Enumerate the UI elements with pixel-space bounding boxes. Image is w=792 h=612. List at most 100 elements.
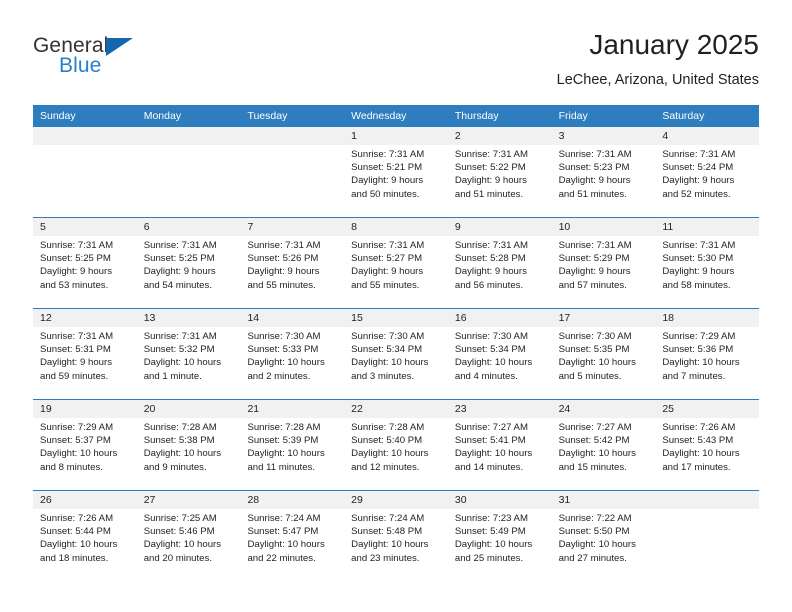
day-cell[interactable]: Sunrise: 7:31 AM Sunset: 5:24 PM Daylight:… [655, 145, 760, 217]
day-number[interactable]: 13 [137, 309, 241, 327]
day-cell[interactable]: Sunrise: 7:26 AM Sunset: 5:43 PM Daylight:… [655, 418, 760, 490]
day-number[interactable]: 8 [344, 218, 448, 236]
day-cell[interactable]: Sunrise: 7:31 AM Sunset: 5:25 PM Daylight:… [136, 236, 241, 308]
day-sunrise-text: Sunrise: 7:31 AM [351, 240, 425, 251]
day-number[interactable]: 25 [655, 400, 759, 418]
day-number[interactable]: 4 [655, 127, 759, 145]
day-detail-row: Sunrise: 7:31 AM Sunset: 5:21 PM Daylight:… [33, 145, 760, 217]
day-cell[interactable]: Sunrise: 7:31 AM Sunset: 5:31 PM Daylight:… [33, 327, 137, 399]
calendar-week-row: 1 2 3 4 Sunrise: 7:31 AM Sunset: 5:21 PM Dayli… [33, 127, 760, 217]
day-number[interactable]: 1 [344, 127, 448, 145]
day-cell[interactable]: Sunrise: 7:23 AM Sunset: 5:49 PM Daylight:… [447, 509, 552, 581]
day-sunset-text: Sunset: 5:29 PM [558, 253, 630, 265]
day-number[interactable]: 3 [552, 127, 656, 145]
day-number[interactable]: 7 [240, 218, 344, 236]
day-number[interactable]: 5 [33, 218, 137, 236]
day-sunrise-text: Sunrise: 7:30 AM [247, 331, 321, 342]
day-number[interactable]: 20 [137, 400, 241, 418]
day-cell[interactable]: Sunrise: 7:31 AM Sunset: 5:29 PM Daylight:… [551, 236, 656, 308]
weekday-header-tuesday: Tuesday [247, 110, 288, 122]
day-cell[interactable]: Sunrise: 7:31 AM Sunset: 5:21 PM Daylight:… [344, 145, 448, 217]
day-number[interactable]: 11 [655, 218, 759, 236]
day-sunrise-text: Sunrise: 7:31 AM [40, 240, 114, 251]
day-sunrise-text: Sunrise: 7:31 AM [662, 240, 736, 251]
day-cell[interactable]: Sunrise: 7:31 AM Sunset: 5:30 PM Daylight:… [655, 236, 760, 308]
day-sunrise-text: Sunrise: 7:29 AM [662, 331, 736, 342]
day-cell[interactable]: Sunrise: 7:29 AM Sunset: 5:36 PM Daylight:… [655, 327, 760, 399]
day-number[interactable]: 27 [137, 491, 241, 509]
day-number[interactable]: 30 [448, 491, 552, 509]
day-number[interactable]: 22 [344, 400, 448, 418]
day-cell[interactable]: Sunrise: 7:31 AM Sunset: 5:32 PM Daylight:… [136, 327, 241, 399]
day-cell[interactable]: Sunrise: 7:31 AM Sunset: 5:27 PM Daylight:… [344, 236, 448, 308]
day-number[interactable]: 2 [448, 127, 552, 145]
day-sunset-text: Sunset: 5:24 PM [662, 162, 734, 174]
day-cell[interactable]: Sunrise: 7:30 AM Sunset: 5:33 PM Daylight:… [240, 327, 345, 399]
day-daylight-1-text: Daylight: 10 hours [247, 539, 325, 551]
day-daylight-1-text: Daylight: 10 hours [247, 448, 325, 460]
day-number[interactable]: 14 [240, 309, 344, 327]
day-cell[interactable]: Sunrise: 7:24 AM Sunset: 5:47 PM Daylight:… [240, 509, 345, 581]
generalblue-logo[interactable]: General Blue [33, 34, 213, 86]
day-number[interactable]: 17 [552, 309, 656, 327]
day-cell[interactable]: Sunrise: 7:27 AM Sunset: 5:42 PM Daylight:… [551, 418, 656, 490]
day-sunset-text: Sunset: 5:34 PM [351, 344, 423, 356]
day-daylight-1-text: Daylight: 9 hours [351, 266, 424, 278]
day-sunrise-text: Sunrise: 7:31 AM [454, 240, 528, 251]
day-cell[interactable]: Sunrise: 7:29 AM Sunset: 5:37 PM Daylight:… [33, 418, 137, 490]
day-cell[interactable]: Sunrise: 7:27 AM Sunset: 5:41 PM Daylight:… [447, 418, 552, 490]
day-number[interactable]: 6 [137, 218, 241, 236]
day-daylight-2-text: and 5 minutes. [558, 370, 622, 382]
day-cell[interactable]: Sunrise: 7:31 AM Sunset: 5:25 PM Daylight:… [33, 236, 137, 308]
day-daylight-1-text: Daylight: 10 hours [143, 357, 222, 369]
day-number-row: 19 20 21 22 23 24 25 [33, 399, 759, 418]
day-cell[interactable]: Sunrise: 7:26 AM Sunset: 5:44 PM Daylight:… [33, 509, 137, 581]
day-cell[interactable]: Sunrise: 7:31 AM Sunset: 5:23 PM Daylight:… [551, 145, 656, 217]
day-number[interactable]: 26 [33, 491, 137, 509]
day-sunrise-text: Sunrise: 7:31 AM [454, 149, 528, 160]
day-number[interactable]: 24 [552, 400, 656, 418]
day-cell[interactable]: Sunrise: 7:28 AM Sunset: 5:39 PM Daylight:… [240, 418, 345, 490]
day-number[interactable]: 15 [344, 309, 448, 327]
day-cell[interactable]: Sunrise: 7:31 AM Sunset: 5:26 PM Daylight:… [240, 236, 345, 308]
day-cell[interactable]: Sunrise: 7:22 AM Sunset: 5:50 PM Daylight:… [551, 509, 656, 581]
calendar-grid: Sunday Monday Tuesday Wednesday Thursday Frid… [33, 105, 760, 581]
day-sunset-text: Sunset: 5:50 PM [558, 526, 630, 538]
day-number[interactable]: 10 [552, 218, 656, 236]
day-sunrise-text: Sunrise: 7:26 AM [40, 513, 114, 524]
day-number[interactable]: 12 [33, 309, 137, 327]
day-cell[interactable]: Sunrise: 7:30 AM Sunset: 5:35 PM Daylight:… [551, 327, 656, 399]
day-number[interactable]: 18 [655, 309, 759, 327]
day-cell[interactable]: Sunrise: 7:28 AM Sunset: 5:38 PM Daylight:… [136, 418, 241, 490]
day-cell[interactable]: Sunrise: 7:24 AM Sunset: 5:48 PM Daylight:… [344, 509, 448, 581]
day-cell[interactable]: Sunrise: 7:25 AM Sunset: 5:46 PM Daylight:… [136, 509, 241, 581]
day-daylight-1-text: Daylight: 9 hours [40, 357, 112, 369]
day-cell[interactable]: Sunrise: 7:31 AM Sunset: 5:22 PM Daylight:… [447, 145, 552, 217]
day-cell-empty [655, 509, 760, 581]
weekday-header-saturday: Saturday [662, 110, 705, 122]
day-daylight-2-text: and 2 minutes. [247, 370, 311, 382]
day-number[interactable]: 21 [240, 400, 344, 418]
triangle-icon [106, 38, 133, 56]
day-daylight-2-text: and 1 minute. [143, 370, 202, 382]
day-number-row: 26 27 28 29 30 31 [33, 490, 759, 509]
day-cell[interactable]: Sunrise: 7:31 AM Sunset: 5:28 PM Daylight:… [447, 236, 552, 308]
day-sunrise-text: Sunrise: 7:31 AM [143, 240, 217, 251]
day-cell[interactable]: Sunrise: 7:28 AM Sunset: 5:40 PM Daylight:… [344, 418, 448, 490]
day-sunset-text: Sunset: 5:23 PM [558, 162, 630, 174]
day-number[interactable]: 16 [448, 309, 552, 327]
day-daylight-1-text: Daylight: 10 hours [454, 539, 533, 551]
page-subtitle: LeChee, Arizona, United States [556, 72, 759, 88]
day-cell[interactable]: Sunrise: 7:30 AM Sunset: 5:34 PM Daylight:… [447, 327, 552, 399]
day-daylight-2-text: and 3 minutes. [351, 370, 415, 382]
day-cell[interactable]: Sunrise: 7:30 AM Sunset: 5:34 PM Daylight:… [344, 327, 448, 399]
day-sunset-text: Sunset: 5:46 PM [143, 526, 215, 538]
day-daylight-1-text: Daylight: 10 hours [40, 448, 118, 460]
day-number[interactable]: 23 [448, 400, 552, 418]
day-number[interactable]: 31 [552, 491, 656, 509]
day-number[interactable]: 9 [448, 218, 552, 236]
day-number[interactable]: 28 [240, 491, 344, 509]
day-daylight-2-text: and 17 minutes. [662, 461, 731, 473]
day-number[interactable]: 29 [344, 491, 448, 509]
day-number[interactable]: 19 [33, 400, 137, 418]
